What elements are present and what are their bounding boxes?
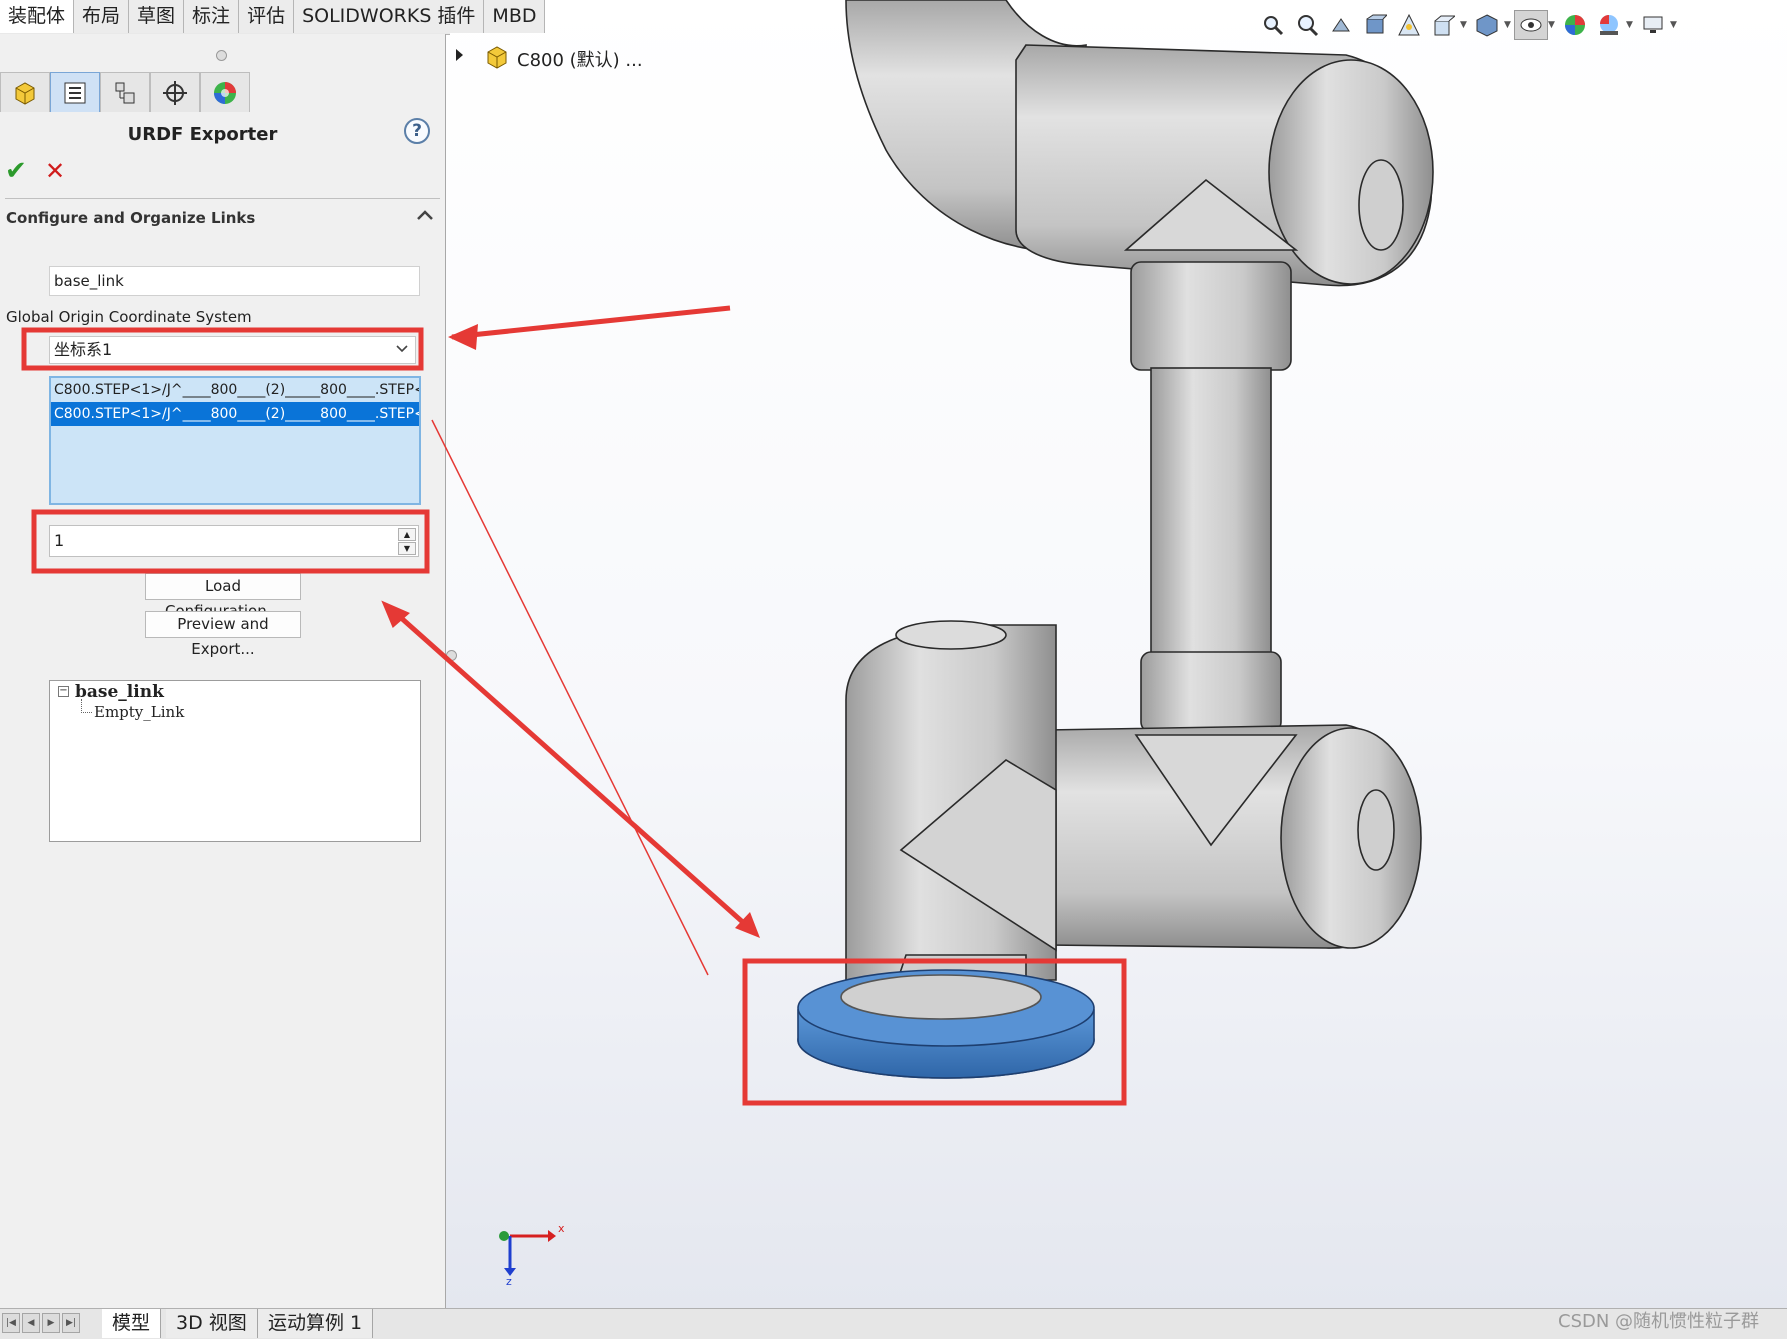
view-orientation-caret-icon[interactable]: ▼ [1460, 20, 1470, 30]
ribbon-tab[interactable]: 标注 [184, 0, 240, 33]
property-manager-tab[interactable] [50, 72, 100, 112]
ribbon-tab[interactable]: MBD [484, 0, 546, 33]
chevron-down-icon [396, 345, 408, 353]
dimxpert-icon [163, 80, 187, 105]
stepper-down-icon[interactable]: ▼ [398, 542, 416, 555]
origin-coordinate-value: 坐标系1 [54, 340, 113, 359]
triad-x-label: x [558, 1222, 565, 1235]
hide-show-caret-icon[interactable]: ▼ [1548, 20, 1558, 30]
command-manager-tabs: 装配体 布局 草图 标注 评估 SOLIDWORKS 插件 MBD [0, 0, 546, 35]
list-item-selected[interactable]: C800.STEP<1>/J^____800____(2)_____800___… [51, 402, 419, 426]
next-tab-icon[interactable]: ▶ [42, 1313, 60, 1333]
watermark: CSDN @随机惯性粒子群 [1558, 1311, 1760, 1332]
dynamic-annotation-icon[interactable] [1392, 10, 1426, 40]
view-settings-caret-icon[interactable]: ▼ [1670, 20, 1680, 30]
display-manager-tab[interactable] [200, 72, 250, 112]
ribbon-tab[interactable]: 布局 [74, 0, 130, 33]
previous-tab-icon[interactable]: ◀ [22, 1313, 40, 1333]
tab-model[interactable]: 模型 [102, 1309, 162, 1338]
tab-motion-study[interactable]: 运动算例 1 [258, 1309, 374, 1338]
robot-model[interactable] [446, 0, 1787, 1308]
first-tab-icon[interactable]: |◀ [2, 1313, 20, 1333]
ribbon-tab[interactable]: SOLIDWORKS 插件 [294, 0, 485, 33]
previous-view-icon[interactable] [1324, 10, 1358, 40]
model-tree-item[interactable]: C800 (默认) ... [517, 46, 643, 72]
feature-manager-tab[interactable] [0, 72, 50, 112]
ribbon-tab[interactable]: 装配体 [0, 0, 75, 33]
load-configuration-button[interactable]: Load Configuration... [145, 573, 301, 620]
display-style-icon[interactable] [1470, 10, 1504, 40]
help-button[interactable]: ? [404, 118, 430, 144]
heads-up-view-toolbar: ▼ ▼ ▼ ▼ ▼ [1256, 8, 1766, 42]
dimxpert-manager-tab[interactable] [150, 72, 200, 112]
edit-appearance-icon[interactable] [1558, 10, 1592, 40]
view-settings-icon[interactable] [1636, 10, 1670, 40]
ok-button[interactable]: ✔ [5, 158, 31, 184]
view-orientation-icon[interactable] [1426, 10, 1460, 40]
bottom-tab-bar: |◀ ◀ ▶ ▶| 模型 3D 视图 运动算例 1 [0, 1308, 1787, 1339]
display-manager-icon [214, 81, 236, 104]
ribbon-tab[interactable]: 草图 [129, 0, 185, 33]
last-tab-icon[interactable]: ▶| [62, 1313, 80, 1333]
assembly-icon [487, 46, 507, 69]
manager-tabs [0, 72, 300, 112]
property-manager-icon [64, 82, 86, 103]
configuration-manager-icon [115, 82, 135, 103]
origin-coordinate-label: Global Origin Coordinate System [6, 308, 252, 326]
model-tree-expand-icon[interactable] [456, 49, 463, 61]
cancel-button[interactable]: ✕ [45, 158, 71, 184]
tree-collapse-icon[interactable]: − [58, 686, 69, 697]
tree-node-empty-link[interactable]: Empty_Link [94, 703, 184, 721]
apply-scene-icon[interactable] [1592, 10, 1626, 40]
section-header-configure-links[interactable]: Configure and Organize Links [6, 209, 255, 227]
tab-3d-view[interactable]: 3D 视图 [166, 1309, 258, 1338]
list-item[interactable]: C800.STEP<1>/J^____800____(2)_____800___… [51, 378, 419, 402]
child-count-value: 1 [54, 531, 65, 550]
tree-connector [81, 699, 92, 713]
display-style-caret-icon[interactable]: ▼ [1504, 20, 1514, 30]
panel-grip-icon[interactable] [216, 50, 227, 61]
stepper-up-icon[interactable]: ▲ [398, 528, 416, 541]
chevron-up-icon[interactable] [414, 205, 436, 227]
reference-triad: x z [499, 1222, 565, 1286]
zoom-to-fit-icon[interactable] [1256, 10, 1290, 40]
triad-z-label: z [506, 1275, 512, 1286]
link-name-field[interactable]: base_link [49, 266, 420, 296]
link-components-list[interactable]: C800.STEP<1>/J^____800____(2)_____800___… [49, 376, 421, 505]
feature-manager-icon [15, 81, 35, 105]
divider [5, 198, 440, 199]
preview-and-export-button[interactable]: Preview and Export... [145, 611, 301, 658]
link-tree[interactable]: − base_link Empty_Link [49, 680, 421, 842]
section-view-icon[interactable] [1358, 10, 1392, 40]
origin-coordinate-select[interactable]: 坐标系1 [49, 336, 416, 364]
hide-show-items-icon[interactable] [1514, 10, 1548, 40]
configuration-manager-tab[interactable] [100, 72, 150, 112]
child-count-stepper[interactable]: 1 ▲ ▼ [49, 525, 419, 557]
ribbon-tab[interactable]: 评估 [239, 0, 295, 33]
zoom-to-area-icon[interactable] [1290, 10, 1324, 40]
splitter-grip-icon[interactable] [446, 650, 457, 661]
apply-scene-caret-icon[interactable]: ▼ [1626, 20, 1636, 30]
property-manager-title: URDF Exporter [127, 124, 278, 145]
